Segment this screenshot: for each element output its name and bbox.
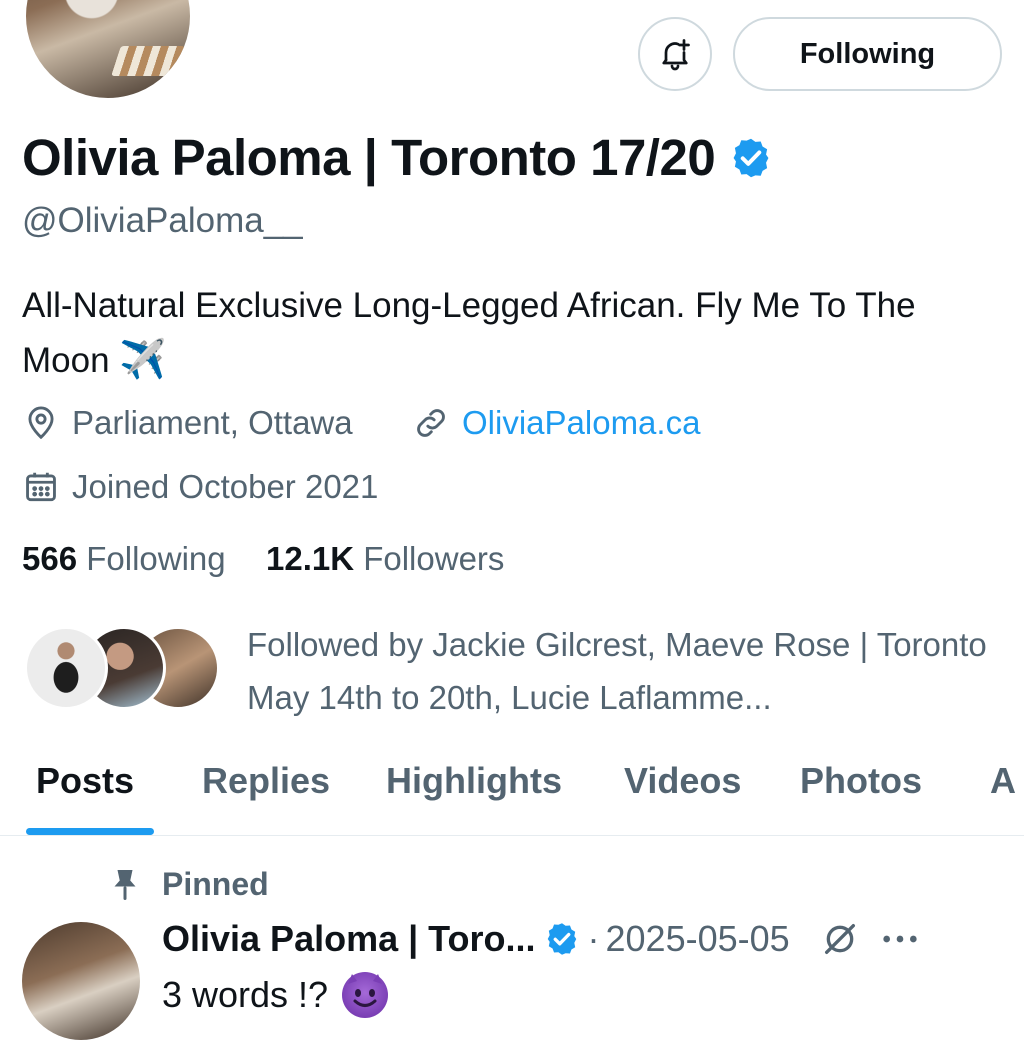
followers-label: Followers: [363, 540, 505, 577]
post-date[interactable]: 2025-05-05: [606, 918, 790, 960]
post-header: Olivia Paloma | Toro... · 2025-05-05: [162, 918, 920, 960]
joined-text: Joined October 2021: [72, 468, 379, 505]
calendar-icon: [26, 472, 56, 502]
followed-by-text[interactable]: Followed by Jackie Gilcrest, Maeve Rose …: [247, 618, 987, 724]
tab-posts[interactable]: Posts: [36, 760, 134, 802]
airplane-emoji: ✈️: [119, 339, 167, 381]
following-button[interactable]: Following: [733, 17, 1002, 91]
verified-badge-icon: [547, 923, 576, 955]
profile-avatar[interactable]: [22, 0, 194, 102]
following-label: Following: [86, 540, 226, 577]
tab-replies[interactable]: Replies: [202, 760, 330, 802]
following-count: 566: [22, 540, 78, 577]
post-author-avatar[interactable]: [22, 922, 140, 1040]
website-row[interactable]: OliviaPaloma.ca: [412, 404, 700, 442]
tabs-divider: [0, 835, 1024, 836]
pinned-label: Pinned: [162, 866, 269, 902]
website-link[interactable]: OliviaPaloma.ca: [462, 404, 700, 442]
following-count-link[interactable]: 566 Following: [22, 540, 226, 577]
tab-photos[interactable]: Photos: [800, 760, 922, 802]
tab-videos[interactable]: Videos: [624, 760, 741, 802]
follow-counts: 566 Following 12.1K Followers: [22, 540, 504, 578]
user-handle: @OliviaPaloma__: [22, 201, 303, 240]
post-text-row: 3 words !?: [162, 972, 389, 1018]
grok-icon[interactable]: [820, 919, 860, 959]
post-author-name[interactable]: Olivia Paloma | Toro...: [162, 918, 536, 960]
location-text: Parliament, Ottawa: [72, 404, 353, 441]
bell-plus-icon: [662, 39, 690, 71]
verified-badge-icon: [733, 138, 769, 177]
chess-board-detail: [111, 46, 185, 76]
followers-count: 12.1K: [265, 540, 355, 577]
separator-dot: ·: [587, 918, 600, 959]
display-name: Olivia Paloma | Toronto 17/20: [22, 129, 716, 186]
more-options-icon[interactable]: [880, 929, 920, 949]
post-text: 3 words !?: [162, 974, 329, 1015]
follower-avatar-1: [24, 626, 108, 710]
active-tab-indicator: [26, 828, 154, 835]
location-row: Parliament, Ottawa: [22, 404, 353, 442]
display-name-row: Olivia Paloma | Toronto 17/20: [22, 128, 773, 187]
location-pin-icon: [28, 406, 54, 440]
followers-count-link[interactable]: 12.1K Followers: [266, 540, 504, 577]
tab-articles[interactable]: A: [990, 760, 1016, 802]
profile-bio: All-Natural Exclusive Long-Legged Africa…: [22, 278, 1002, 388]
pinned-label-row: Pinned: [110, 866, 269, 903]
link-icon: [417, 409, 445, 437]
joined-row: Joined October 2021: [22, 468, 378, 506]
tab-highlights[interactable]: Highlights: [386, 760, 562, 802]
pin-icon: [114, 869, 136, 900]
smiling-devil-emoji: [342, 972, 389, 1018]
notifications-button[interactable]: [638, 17, 712, 91]
